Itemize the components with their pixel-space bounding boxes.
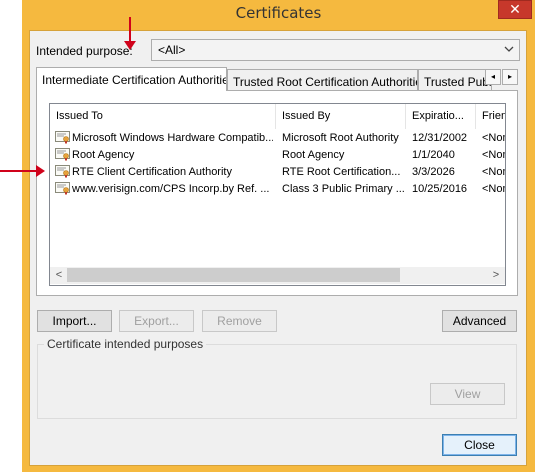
annotation-arrow-right-head: [36, 165, 45, 177]
cell-friendly-name: <Non: [482, 166, 506, 178]
annotation-arrow-right-shaft: [0, 170, 37, 172]
column-issued-by[interactable]: Issued By: [276, 104, 406, 129]
cell-friendly-name: <Non: [482, 149, 506, 161]
table-row[interactable]: Microsoft Windows Hardware Compatib... M…: [50, 130, 505, 147]
cell-issued-to: Microsoft Windows Hardware Compatib...: [72, 132, 273, 144]
cell-issued-by: Class 3 Public Primary ...: [282, 183, 405, 195]
chevron-down-icon: [504, 42, 514, 59]
tab-panel: Issued To Issued By Expiratio... Frien M…: [36, 90, 518, 296]
intended-purposes-label: Certificate intended purposes: [44, 337, 207, 351]
certificate-icon: [55, 165, 70, 178]
intended-purposes-group: Certificate intended purposes: [37, 337, 517, 419]
cell-issued-by: Root Agency: [282, 149, 345, 161]
certificate-icon: [55, 131, 70, 144]
certificate-list[interactable]: Issued To Issued By Expiratio... Frien M…: [49, 103, 506, 286]
table-row[interactable]: Root Agency Root Agency 1/1/2040 <Non: [50, 147, 505, 164]
scroll-thumb[interactable]: [67, 268, 400, 282]
tab-scroll-right-button[interactable]: ▸: [502, 69, 518, 85]
view-button[interactable]: View: [430, 383, 505, 405]
cell-issued-by: RTE Root Certification...: [282, 166, 401, 178]
export-button[interactable]: Export...: [119, 310, 194, 332]
scroll-left-button[interactable]: <: [52, 268, 66, 282]
remove-button[interactable]: Remove: [202, 310, 277, 332]
tab-scroll-left-button[interactable]: ◂: [485, 69, 501, 85]
scroll-right-button[interactable]: >: [489, 268, 503, 282]
cell-issued-by: Microsoft Root Authority: [282, 132, 399, 144]
intended-purpose-select[interactable]: <All>: [151, 39, 520, 61]
cell-expiration: 12/31/2002: [412, 132, 468, 144]
window-title: Certificates: [235, 4, 322, 22]
table-row[interactable]: www.verisign.com/CPS Incorp.by Ref. ... …: [50, 181, 505, 198]
cell-issued-to: RTE Client Certification Authority: [72, 166, 232, 178]
close-button[interactable]: Close: [442, 434, 517, 456]
cell-friendly-name: <Non: [482, 132, 506, 144]
tab-trusted-root-ca[interactable]: Trusted Root Certification Authorities: [227, 69, 418, 91]
certificate-icon: [55, 182, 70, 195]
import-button[interactable]: Import...: [37, 310, 112, 332]
column-expiration[interactable]: Expiratio...: [406, 104, 476, 129]
intended-purpose-value: <All>: [158, 43, 186, 57]
dialog-body: Intended purpose: <All> Intermediate Cer…: [29, 30, 527, 466]
column-friendly-name[interactable]: Frien: [476, 104, 505, 129]
advanced-button[interactable]: Advanced: [442, 310, 517, 332]
table-row[interactable]: RTE Client Certification Authority RTE R…: [50, 164, 505, 181]
column-issued-to[interactable]: Issued To: [50, 104, 276, 129]
cell-expiration: 3/3/2026: [412, 166, 455, 178]
intended-purpose-label: Intended purpose:: [36, 44, 133, 58]
cell-expiration: 10/25/2016: [412, 183, 468, 195]
list-header: Issued To Issued By Expiratio... Frien: [50, 104, 505, 129]
cell-issued-to: Root Agency: [72, 149, 135, 161]
annotation-arrow-down-shaft: [129, 17, 131, 43]
certificates-window: Certificates ✕ Intended purpose: <All> I…: [22, 0, 535, 472]
cell-issued-to: www.verisign.com/CPS Incorp.by Ref. ...: [72, 183, 270, 195]
cell-friendly-name: <Non: [482, 183, 506, 195]
certificate-icon: [55, 148, 70, 161]
title-bar: Certificates ✕: [22, 0, 535, 26]
close-window-button[interactable]: ✕: [498, 0, 532, 19]
tab-trusted-publishers[interactable]: Trusted Publ: [418, 69, 492, 91]
cell-expiration: 1/1/2040: [412, 149, 455, 161]
horizontal-scrollbar[interactable]: < >: [50, 267, 505, 284]
annotation-arrow-down-head: [124, 41, 136, 50]
tab-intermediate-ca[interactable]: Intermediate Certification Authorities: [36, 67, 227, 91]
